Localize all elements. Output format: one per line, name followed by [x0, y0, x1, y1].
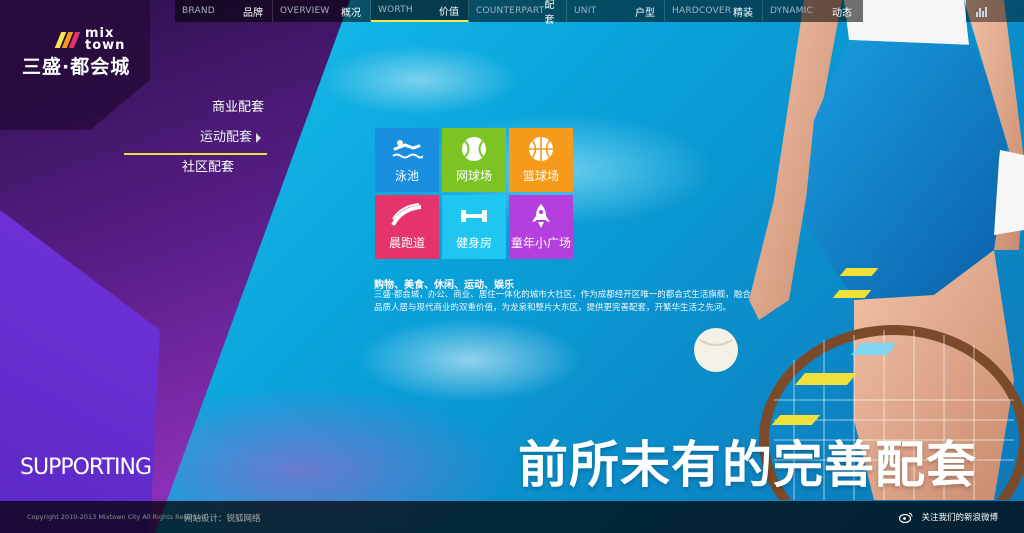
tile-label: 篮球场: [522, 169, 559, 183]
tile-gym[interactable]: 健身房: [442, 195, 506, 259]
tile-running-track[interactable]: 晨跑道: [375, 195, 439, 259]
weibo-icon: [899, 512, 913, 523]
nav-item-cn: 动态: [832, 7, 852, 19]
nav-item-en: UNIT: [574, 6, 597, 16]
description-body: 三盛·都会城，办公、商业、居住一体化的城市大社区，作为成都经开区唯一的都会式生活…: [374, 290, 751, 313]
yellow-stripe: [794, 373, 858, 385]
tile-kids-plaza[interactable]: 童年小广场: [509, 195, 573, 259]
nav-item-dynamic[interactable]: DYNAMIC 动态: [763, 0, 861, 22]
nav-item-overview[interactable]: OVERVIEW 概况: [273, 0, 371, 22]
tile-label: 健身房: [455, 236, 492, 250]
basketball-icon: [529, 137, 553, 161]
nav-item-en: HARDCOVER: [672, 6, 732, 16]
yellow-stripe: [839, 268, 879, 276]
side-item-commercial[interactable]: 商业配套: [120, 95, 270, 125]
nav-item-en: OVERVIEW: [280, 6, 330, 16]
nav-item-cn: 配套: [544, 0, 555, 26]
tile-pool[interactable]: 泳池: [375, 128, 439, 192]
weibo-follow[interactable]: 关注我们的新浪微博: [899, 511, 998, 523]
tile-label: 晨跑道: [388, 236, 425, 250]
nav-item-cn: 概况: [341, 7, 361, 19]
nav-item-en: WORTH: [378, 5, 413, 15]
nav-item-cn: 品牌: [243, 7, 263, 19]
side-menu: 商业配套 运动配套 社区配套: [120, 95, 270, 185]
logo-wordmark: mix town: [85, 26, 126, 53]
nav-item-cn: 户型: [635, 7, 655, 19]
logo-marks-icon: [54, 32, 81, 48]
yellow-stripe: [771, 415, 821, 425]
dumbbell-icon: [461, 210, 487, 222]
nav-item-brand[interactable]: BRAND 品牌: [175, 0, 273, 22]
top-nav: BRAND 品牌 OVERVIEW 概况 WORTH 价值 COUNTERPAR…: [175, 0, 863, 26]
nav-item-cn: 价值: [439, 6, 459, 18]
logo-cn-name: 三盛·都会城: [22, 56, 131, 78]
tile-label: 童年小广场: [510, 236, 571, 250]
music-toggle[interactable]: [966, 0, 1024, 22]
tile-label: 网球场: [455, 169, 492, 183]
headline: 前所未有的完善配套: [518, 436, 977, 494]
running-track-icon: [391, 203, 422, 226]
side-item-community[interactable]: 社区配套: [120, 155, 270, 185]
tile-label: 泳池: [394, 169, 419, 183]
footer: Copyright 2010-2013 Mixtown City All Rig…: [0, 501, 1024, 533]
tile-basketball[interactable]: 篮球场: [509, 128, 573, 192]
copyright: Copyright 2010-2013 Mixtown City All Rig…: [27, 513, 206, 521]
nav-item-en: DYNAMIC: [770, 6, 813, 16]
facility-tiles: 泳池 网球场 篮球场 晨跑道 健身房 童年小广场: [375, 128, 575, 259]
nav-item-en: BRAND: [182, 6, 215, 16]
nav-item-en: COUNTERPART: [476, 6, 545, 16]
weibo-label: 关注我们的新浪微博: [921, 513, 998, 523]
tile-tennis[interactable]: 网球场: [442, 128, 506, 192]
nav-item-cn: 精装: [733, 7, 753, 19]
nav-item-unit[interactable]: UNIT 户型: [567, 0, 665, 22]
design-credit[interactable]: 网站设计：锐狐网络: [184, 512, 261, 524]
nav-item-worth[interactable]: WORTH 价值: [371, 0, 469, 22]
section-title: SUPPORTING: [20, 455, 152, 480]
nav-item-hardcover[interactable]: HARDCOVER 精装: [665, 0, 763, 22]
nav-item-counterpart[interactable]: COUNTERPART 配套: [469, 0, 567, 26]
sound-bars-icon: [976, 7, 988, 17]
rocket-icon: [532, 204, 550, 228]
tennis-ball-icon: [462, 137, 486, 161]
side-item-sports[interactable]: 运动配套: [124, 125, 267, 155]
yellow-stripe: [832, 290, 872, 298]
swimmer-icon: [392, 140, 423, 159]
arrow-right-icon: [256, 132, 261, 143]
